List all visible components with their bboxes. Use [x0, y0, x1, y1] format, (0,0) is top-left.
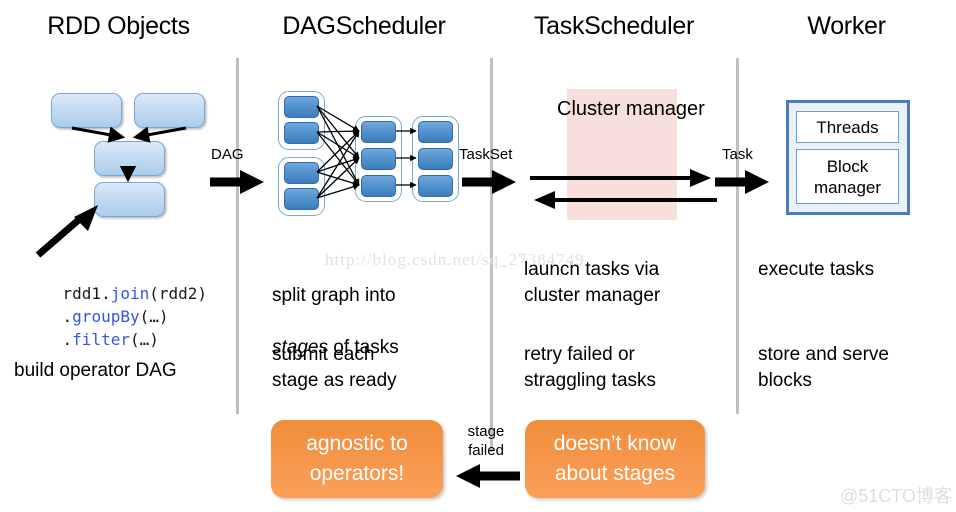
build-dag-pointer-arrow — [35, 205, 98, 258]
spark-architecture-diagram: RDD Objects DAGScheduler TaskScheduler W… — [0, 0, 956, 512]
code-line-2: .groupBy(…) — [24, 307, 169, 326]
arrow-taskset — [462, 170, 516, 194]
arrow-dag — [210, 170, 264, 194]
task-scheduler-note-launch-tasks: launch tasks via cluster manager — [524, 259, 661, 306]
cluster-manager-label: Cluster manager — [557, 98, 705, 120]
callout-doesnt-know-about-stages: doesn’t know about stages — [525, 420, 705, 498]
column-divider-2 — [490, 58, 493, 414]
code-line-1: rdd1.join(rdd2) — [62, 284, 208, 303]
arrow-stage-failed — [456, 464, 520, 488]
column-title-dag-scheduler: DAGScheduler — [282, 12, 446, 40]
worker-threads-box: Threads — [796, 111, 899, 143]
arrow-task — [715, 170, 769, 194]
worker-block-manager-box: Block manager — [796, 149, 899, 204]
rdd-code-snippet: rdd1.join(rdd2) .groupBy(…) .filter(…) — [24, 259, 208, 374]
edge-label-stage-failed: stage failed — [467, 423, 505, 459]
callout-agnostic-to-operators: agnostic to operators! — [271, 420, 443, 498]
code-line-3: .filter(…) — [24, 330, 159, 349]
column-title-rdd-objects: RDD Objects — [47, 12, 190, 40]
worker-note-store-and-serve: store and serve blocks — [758, 344, 889, 391]
dag-graph-edges — [316, 105, 417, 199]
edge-label-task: Task — [722, 146, 753, 163]
dag-note-split-graph-line1: split graph into — [272, 285, 396, 306]
worker-note-execute-tasks: execute tasks — [758, 259, 875, 280]
edge-label-dag: DAG — [211, 146, 244, 163]
edge-label-taskset: TaskSet — [459, 146, 513, 163]
rdd-note-build-operator-dag: build operator DAG — [14, 360, 177, 381]
cluster-manager-bidirectional-arrows — [530, 169, 717, 209]
dag-note-submit-stage: submit each stage as ready — [272, 344, 397, 391]
watermark-brand: @51CTO博客 — [840, 486, 952, 506]
column-title-worker: Worker — [807, 12, 886, 40]
column-title-task-scheduler: TaskScheduler — [533, 12, 695, 40]
task-scheduler-note-retry-failed: retry failed or straggling tasks — [524, 344, 657, 391]
